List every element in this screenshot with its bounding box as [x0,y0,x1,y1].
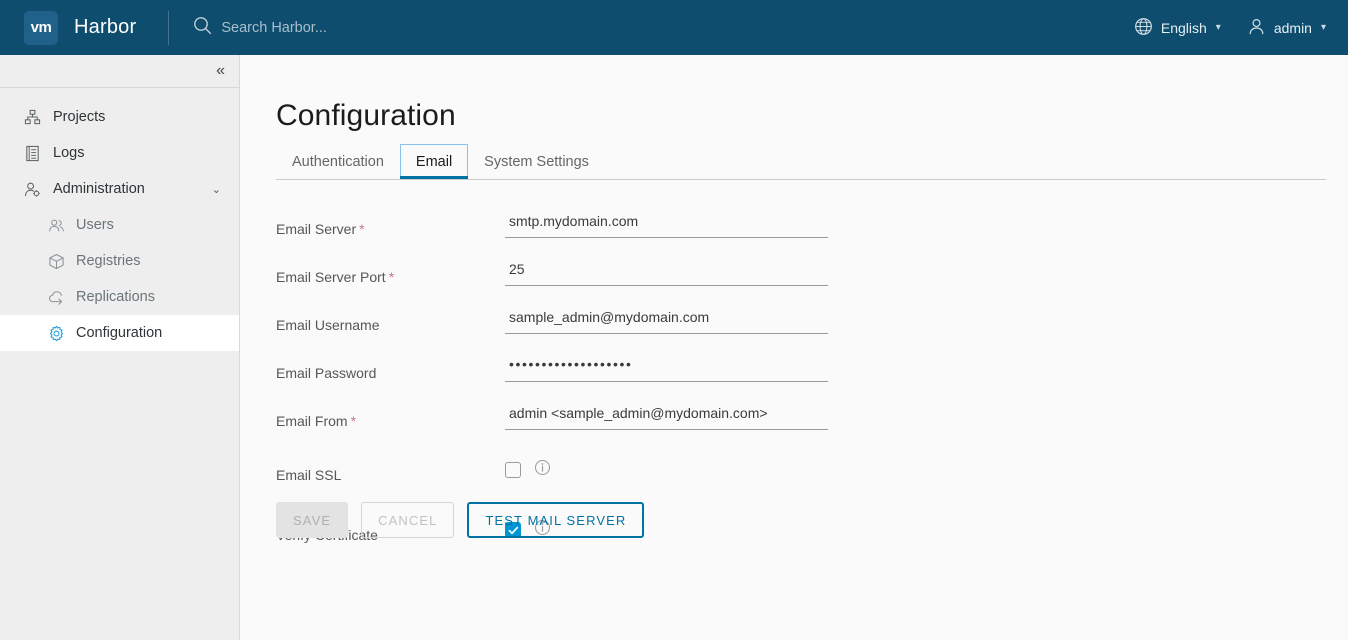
tab-authentication[interactable]: Authentication [276,144,400,180]
email-config-form: Email Server* Email Server Port* Email U… [276,200,1276,548]
label-text: Email Username [276,317,380,333]
label-text: Email Server Port [276,269,386,285]
sidebar-item-replications[interactable]: Replications [0,279,239,315]
email-password-label: Email Password [276,344,505,381]
tab-email[interactable]: Email [399,144,469,180]
logs-icon [24,145,41,162]
sidebar-collapse-row: « [0,55,239,88]
sidebar-item-label: Projects [53,109,106,125]
sidebar: « Projects Logs Administration ⌄ Users R… [0,55,240,640]
main-content: Configuration Authentication Email Syste… [241,55,1348,640]
test-mail-server-button[interactable]: TEST MAIL SERVER [467,502,645,538]
sidebar-item-label: Registries [76,253,141,269]
vmware-logo-icon: vm [24,10,58,45]
label-text: Email Server [276,221,357,237]
replications-icon [48,289,65,306]
email-from-field-wrap [505,392,828,430]
registries-icon [48,253,65,270]
tab-system-settings[interactable]: System Settings [468,144,605,180]
form-row-email-server-port: Email Server Port * [276,248,1276,296]
globe-icon [1134,17,1153,39]
user-icon [1247,17,1266,39]
search-icon [193,16,212,40]
required-asterisk: * [359,221,365,237]
user-label: admin [1273,19,1312,36]
email-from-input[interactable] [505,400,828,430]
form-row-email-ssl: Email SSL [276,440,1276,488]
sidebar-item-projects[interactable]: Projects [0,99,239,135]
tab-label: Authentication [292,154,384,170]
users-icon [48,217,65,234]
search-box[interactable]: Search Harbor... [193,16,327,40]
tab-label: Email [415,154,453,170]
email-username-field-wrap [505,296,828,334]
page-title: Configuration [276,99,456,132]
label-text: Email From [276,413,348,429]
email-ssl-checkbox[interactable] [505,462,521,478]
sidebar-item-registries[interactable]: Registries [0,243,239,279]
sidebar-item-label: Configuration [76,325,163,341]
sidebar-item-configuration[interactable]: Configuration [0,315,239,351]
required-asterisk: * [388,269,395,285]
info-icon[interactable] [534,459,551,481]
user-menu[interactable]: admin ▾ [1247,17,1326,39]
tab-bar: Authentication Email System Settings [276,144,1326,180]
email-server-input[interactable] [505,208,828,238]
header-right-actions: English ▾ admin ▾ [1134,17,1348,39]
language-label: English [1160,19,1207,36]
chevron-down-icon[interactable]: ⌄ [212,183,221,196]
email-server-port-field-wrap [505,248,828,286]
form-row-email-username: Email Username [276,296,1276,344]
sidebar-item-label: Logs [53,145,85,161]
form-actions: SAVE CANCEL TEST MAIL SERVER [276,502,645,538]
chevron-down-icon: ▾ [1215,22,1221,33]
sidebar-item-label: Users [76,217,114,233]
email-server-label: Email Server * [276,200,505,237]
app-header: vm Harbor Search Harbor... English ▾ adm… [0,0,1348,55]
sidebar-item-administration[interactable]: Administration ⌄ [0,171,239,207]
email-ssl-label: Email SSL [276,446,505,483]
projects-icon [24,109,41,126]
sidebar-item-label: Replications [76,289,155,305]
label-text: Email Password [276,365,377,381]
email-server-field-wrap [505,200,828,238]
email-password-input[interactable]: ••••••••••••••••••• [505,352,828,382]
collapse-sidebar-icon[interactable]: « [216,63,225,79]
email-username-input[interactable] [505,304,828,334]
header-divider [168,10,170,45]
required-asterisk: * [350,413,357,429]
email-ssl-cell [505,447,551,481]
email-server-port-label: Email Server Port * [276,248,505,285]
email-from-label: Email From * [276,392,505,429]
sidebar-item-label: Administration [53,181,145,197]
administration-icon [24,181,41,198]
email-password-field-wrap: ••••••••••••••••••• [505,344,828,382]
search-input[interactable]: Search Harbor... [221,20,327,36]
language-selector[interactable]: English ▾ [1134,17,1221,39]
sidebar-item-users[interactable]: Users [0,207,239,243]
brand: vm Harbor [0,10,137,45]
email-server-port-input[interactable] [505,256,828,286]
configuration-gear-icon [48,325,65,342]
form-row-email-server: Email Server * [276,200,1276,248]
sidebar-item-logs[interactable]: Logs [0,135,239,171]
form-row-email-from: Email From * [276,392,1276,440]
form-row-email-password: Email Password ••••••••••••••••••• [276,344,1276,392]
cancel-button[interactable]: CANCEL [361,502,455,538]
save-button[interactable]: SAVE [276,502,349,538]
email-username-label: Email Username [276,296,505,333]
app-title: Harbor [74,16,137,38]
sidebar-nav: Projects Logs Administration ⌄ Users Reg… [0,88,239,351]
label-text: Email SSL [276,466,342,483]
chevron-down-icon: ▾ [1320,22,1326,33]
tab-label: System Settings [484,154,589,170]
